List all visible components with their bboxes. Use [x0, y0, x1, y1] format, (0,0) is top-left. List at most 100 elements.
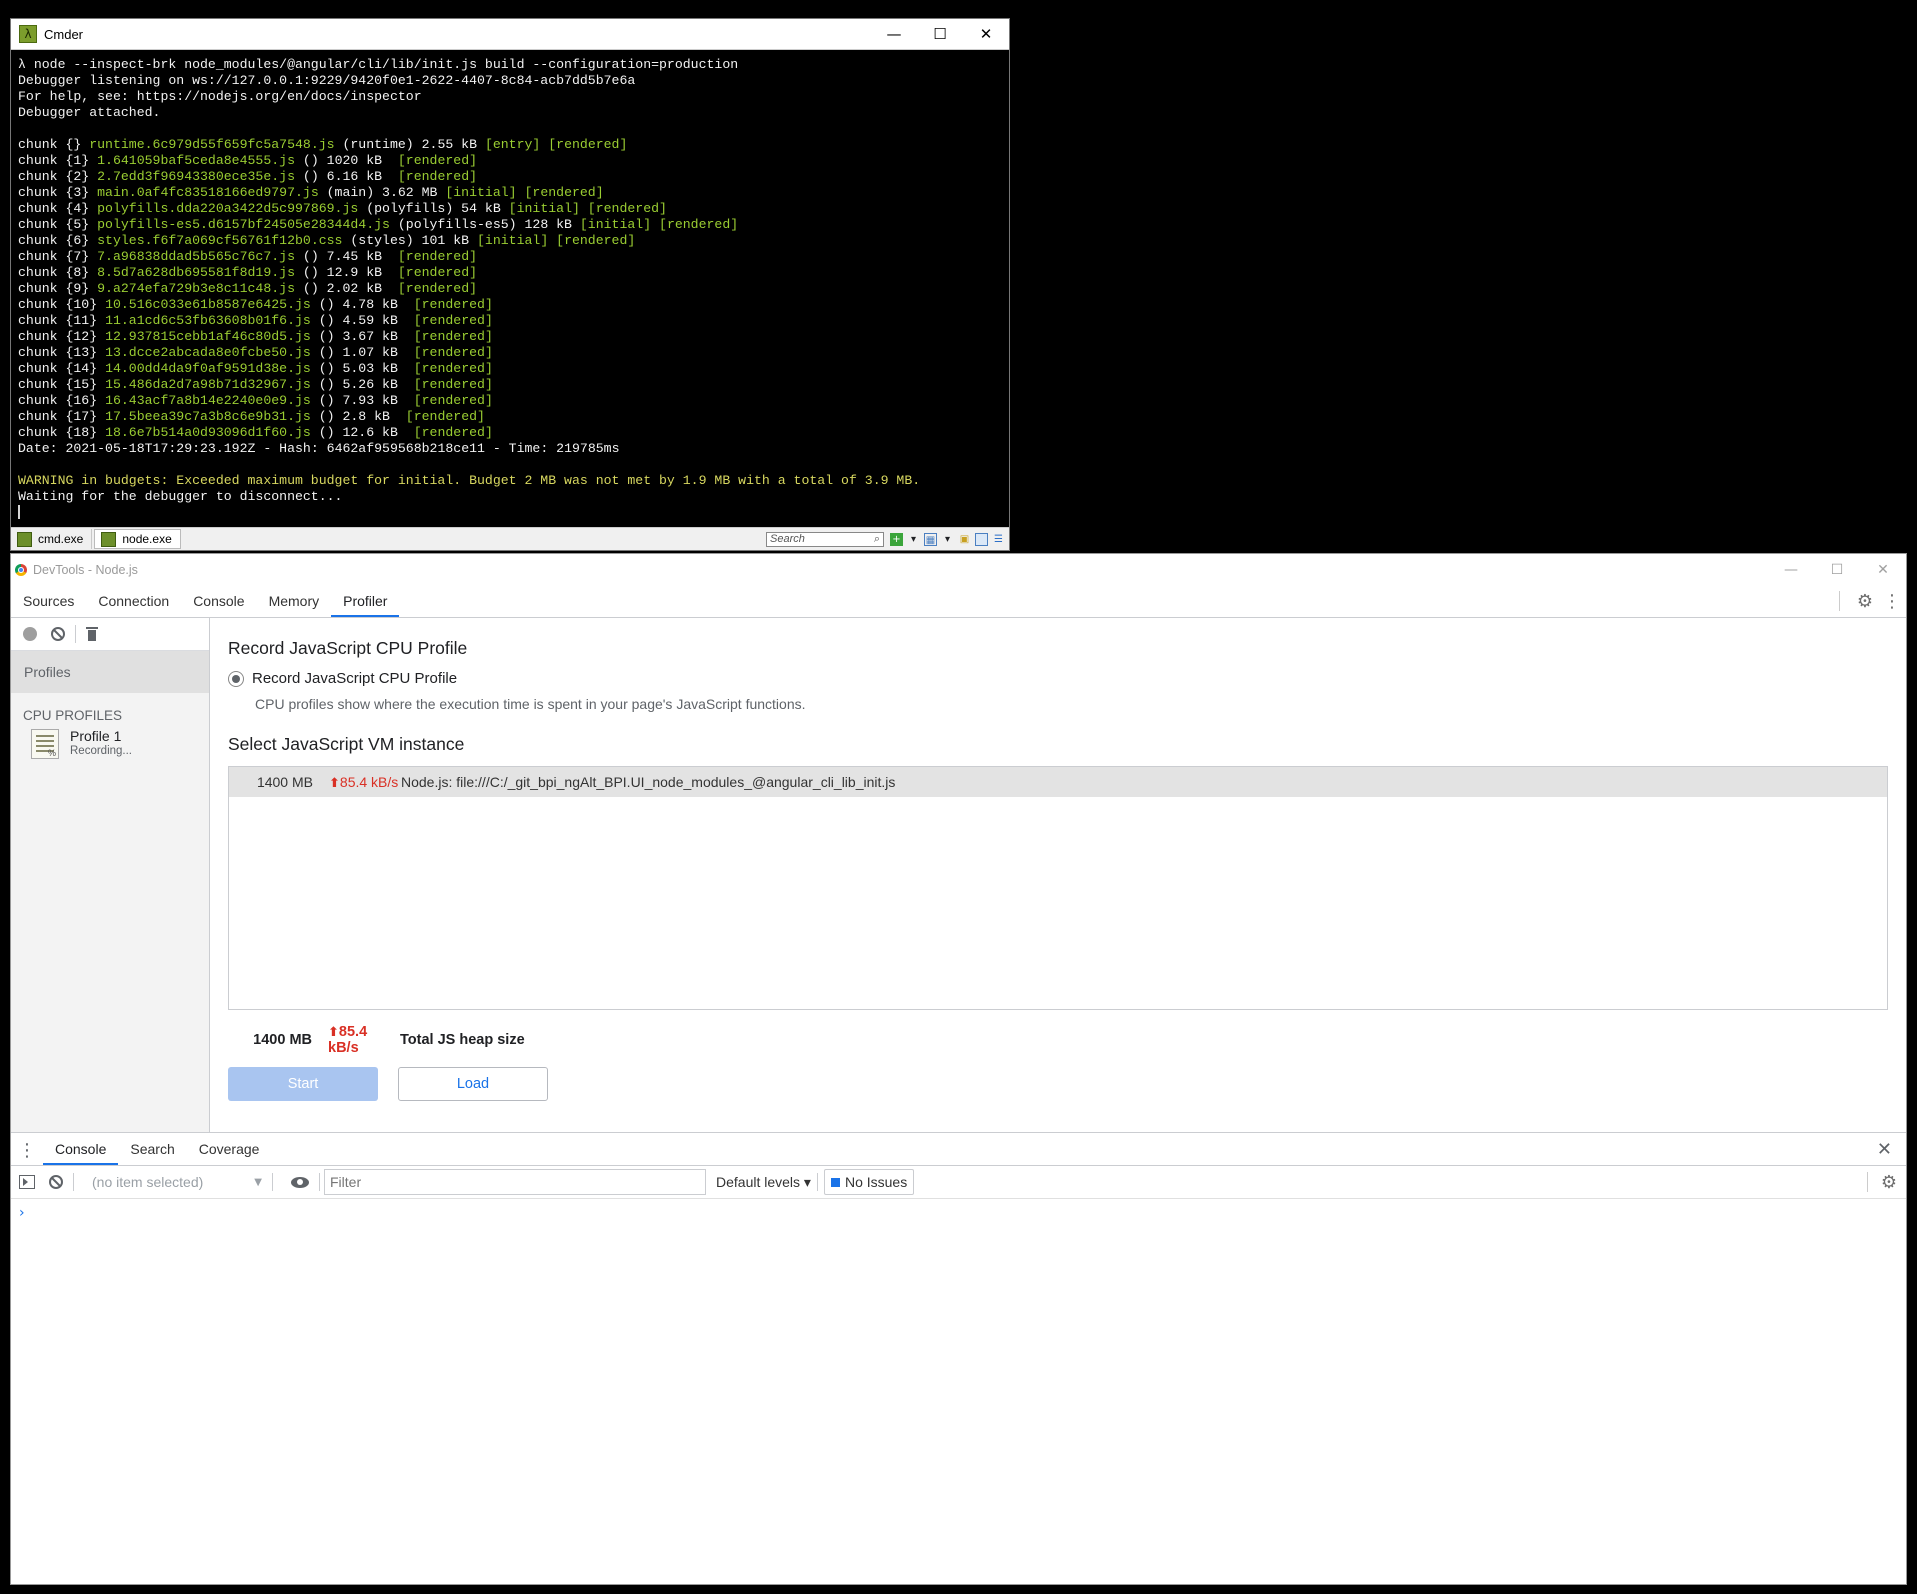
lock-icon[interactable]: ▣: [958, 533, 971, 546]
drawer-close-icon[interactable]: ✕: [1877, 1139, 1892, 1160]
chrome-logo-icon: [15, 563, 27, 576]
cmder-titlebar: λ Cmder — ☐ ✕: [11, 19, 1009, 50]
terminal-text: chunk {12}: [18, 329, 106, 344]
maximize-button[interactable]: ☐: [917, 19, 963, 49]
terminal-text: polyfills-es5.d6157bf24505e28344d4.js: [97, 217, 390, 232]
terminal-text: () 12.9 kB: [295, 265, 398, 280]
maximize-button[interactable]: ☐: [1814, 554, 1860, 585]
context-selector[interactable]: (no item selected) ▼: [92, 1174, 262, 1190]
terminal-text: () 4.78 kB: [310, 297, 414, 312]
start-button[interactable]: Start: [228, 1067, 378, 1101]
terminal-text: [rendered]: [413, 361, 493, 376]
profile-status: Recording...: [70, 745, 133, 757]
dropdown-icon[interactable]: ▾: [941, 533, 954, 546]
terminal-line: chunk {2} 2.7edd3f96943380ece35e.js () 6…: [18, 169, 1002, 185]
drawer-tab-search[interactable]: Search: [118, 1135, 186, 1165]
terminal-text: chunk {10}: [18, 297, 106, 312]
terminal-text: Waiting for the debugger to disconnect..…: [18, 489, 343, 504]
terminal-line: chunk {3} main.0af4fc83518166ed9797.js (…: [18, 185, 1002, 201]
minimize-button[interactable]: —: [1768, 554, 1814, 585]
devtools-titlebar: DevTools - Node.js — ☐ ✕: [11, 554, 1906, 585]
terminal-text: For help, see: https://nodejs.org/en/doc…: [18, 89, 422, 104]
tab-connection[interactable]: Connection: [86, 587, 181, 617]
terminal-text: () 1020 kB: [295, 153, 398, 168]
console-settings-gear-icon[interactable]: ⚙: [1880, 1172, 1898, 1193]
terminal-text: 8.5d7a628db695581f8d19.js: [97, 265, 295, 280]
tab-console[interactable]: Console: [181, 587, 256, 617]
terminal-line: Debugger listening on ws://127.0.0.1:922…: [18, 73, 1002, 89]
terminal-text: [entry] [rendered]: [484, 137, 628, 152]
total-heap-size: 1400 MB: [253, 1032, 312, 1048]
cmder-search-input[interactable]: Search ⌕: [766, 531, 884, 547]
launcher-title: Record JavaScript CPU Profile: [228, 638, 468, 658]
profile-list-item[interactable]: Profile 1 Recording...: [11, 723, 209, 759]
radio-label[interactable]: Record JavaScript CPU Profile: [252, 670, 457, 687]
settings-gear-icon[interactable]: ⚙: [1856, 591, 1874, 612]
console-filter-input[interactable]: [324, 1169, 706, 1195]
minimize-button[interactable]: —: [871, 19, 917, 49]
terminal-text: 16.43acf7a8b14e2240e0e9.js: [105, 393, 311, 408]
record-icon[interactable]: [23, 627, 37, 641]
divider: [1839, 591, 1840, 611]
profiler-toolbar: [11, 618, 209, 651]
tab-sources[interactable]: Sources: [11, 587, 86, 617]
terminal-text: chunk {14}: [18, 361, 106, 376]
terminal-text: (polyfills) 54 kB: [358, 201, 509, 216]
load-button[interactable]: Load: [398, 1067, 548, 1101]
tab-cmd-exe[interactable]: cmd.exe: [11, 529, 93, 549]
search-placeholder: Search: [770, 533, 805, 545]
terminal-text: 11.a1cd6c53fb63608b01f6.js: [105, 313, 311, 328]
terminal-text: 219785ms: [556, 441, 620, 456]
switch-console-icon[interactable]: ▦: [924, 532, 937, 546]
terminal-text: λ node --inspect-brk node_modules/@angul…: [18, 57, 739, 72]
arrow-up-icon: ⬆: [329, 774, 340, 790]
cpu-profile-icon: [31, 729, 59, 759]
cmder-window: λ Cmder — ☐ ✕ λ node --inspect-brk node_…: [10, 18, 1010, 551]
terminal-text: 17.5beea39c7a3b8c6e9b31.js: [105, 409, 311, 424]
tab-memory[interactable]: Memory: [257, 587, 332, 617]
drawer-tab-coverage[interactable]: Coverage: [187, 1135, 272, 1165]
menu-icon[interactable]: ☰: [992, 533, 1005, 546]
console-prompt-icon[interactable]: ›: [11, 1199, 1906, 1221]
divider: [75, 625, 76, 643]
sidebar-item-profiles[interactable]: Profiles: [11, 651, 209, 693]
tab-node-exe[interactable]: node.exe: [94, 529, 181, 549]
close-button[interactable]: ✕: [1860, 554, 1906, 585]
dropdown-icon[interactable]: ▾: [907, 533, 920, 546]
live-expression-eye-icon[interactable]: [291, 1176, 309, 1188]
vm-instance-list: 1400 MB ⬆85.4 kB/s Node.js: file:///C:/_…: [228, 766, 1888, 1010]
terminal-text: () 6.16 kB: [295, 169, 398, 184]
radio-button[interactable]: [228, 670, 244, 687]
terminal-line: Waiting for the debugger to disconnect..…: [18, 489, 1002, 505]
more-options-icon[interactable]: ⋮: [1882, 591, 1902, 612]
new-console-icon[interactable]: +: [890, 532, 903, 546]
clear-all-icon[interactable]: [51, 627, 65, 641]
terminal-line: chunk {13} 13.dcce2abcada8e0fcbe50.js ()…: [18, 345, 1002, 361]
terminal-output[interactable]: λ node --inspect-brk node_modules/@angul…: [11, 50, 1009, 530]
trash-icon[interactable]: [86, 627, 98, 641]
terminal-text: chunk {17}: [18, 409, 106, 424]
log-levels-dropdown[interactable]: Default levels ▾: [716, 1174, 811, 1191]
issues-icon: [830, 1177, 840, 1187]
vm-heap-size: 1400 MB: [256, 774, 313, 790]
terminal-text: [rendered]: [413, 393, 493, 408]
terminal-text: [initial] [rendered]: [477, 233, 636, 248]
drawer-tab-console[interactable]: Console: [43, 1135, 119, 1165]
show-sidebar-icon[interactable]: [19, 1175, 35, 1189]
drawer-menu-icon[interactable]: ⋮: [11, 1135, 43, 1165]
drawer-tabbar: ⋮ Console Search Coverage ✕: [11, 1133, 1906, 1166]
terminal-text: chunk {}: [18, 137, 90, 152]
split-view-icon[interactable]: [975, 532, 988, 546]
vm-instance-row[interactable]: 1400 MB ⬆85.4 kB/s Node.js: file:///C:/_…: [229, 767, 1887, 797]
terminal-text: (runtime) 2.55 kB: [334, 137, 485, 152]
cpu-profile-option[interactable]: Record JavaScript CPU Profile: [228, 670, 1906, 687]
close-button[interactable]: ✕: [963, 19, 1009, 49]
terminal-text: chunk {18}: [18, 425, 106, 440]
cmder-statusbar: cmd.exe node.exe Search ⌕ + ▾ ▦ ▾ ▣ ☰: [11, 527, 1009, 550]
terminal-text: () 2.8 kB: [310, 409, 406, 424]
tab-profiler[interactable]: Profiler: [331, 587, 400, 617]
issues-button[interactable]: No Issues: [823, 1169, 915, 1195]
clear-console-icon[interactable]: [49, 1175, 63, 1189]
terminal-text: chunk {15}: [18, 377, 106, 392]
